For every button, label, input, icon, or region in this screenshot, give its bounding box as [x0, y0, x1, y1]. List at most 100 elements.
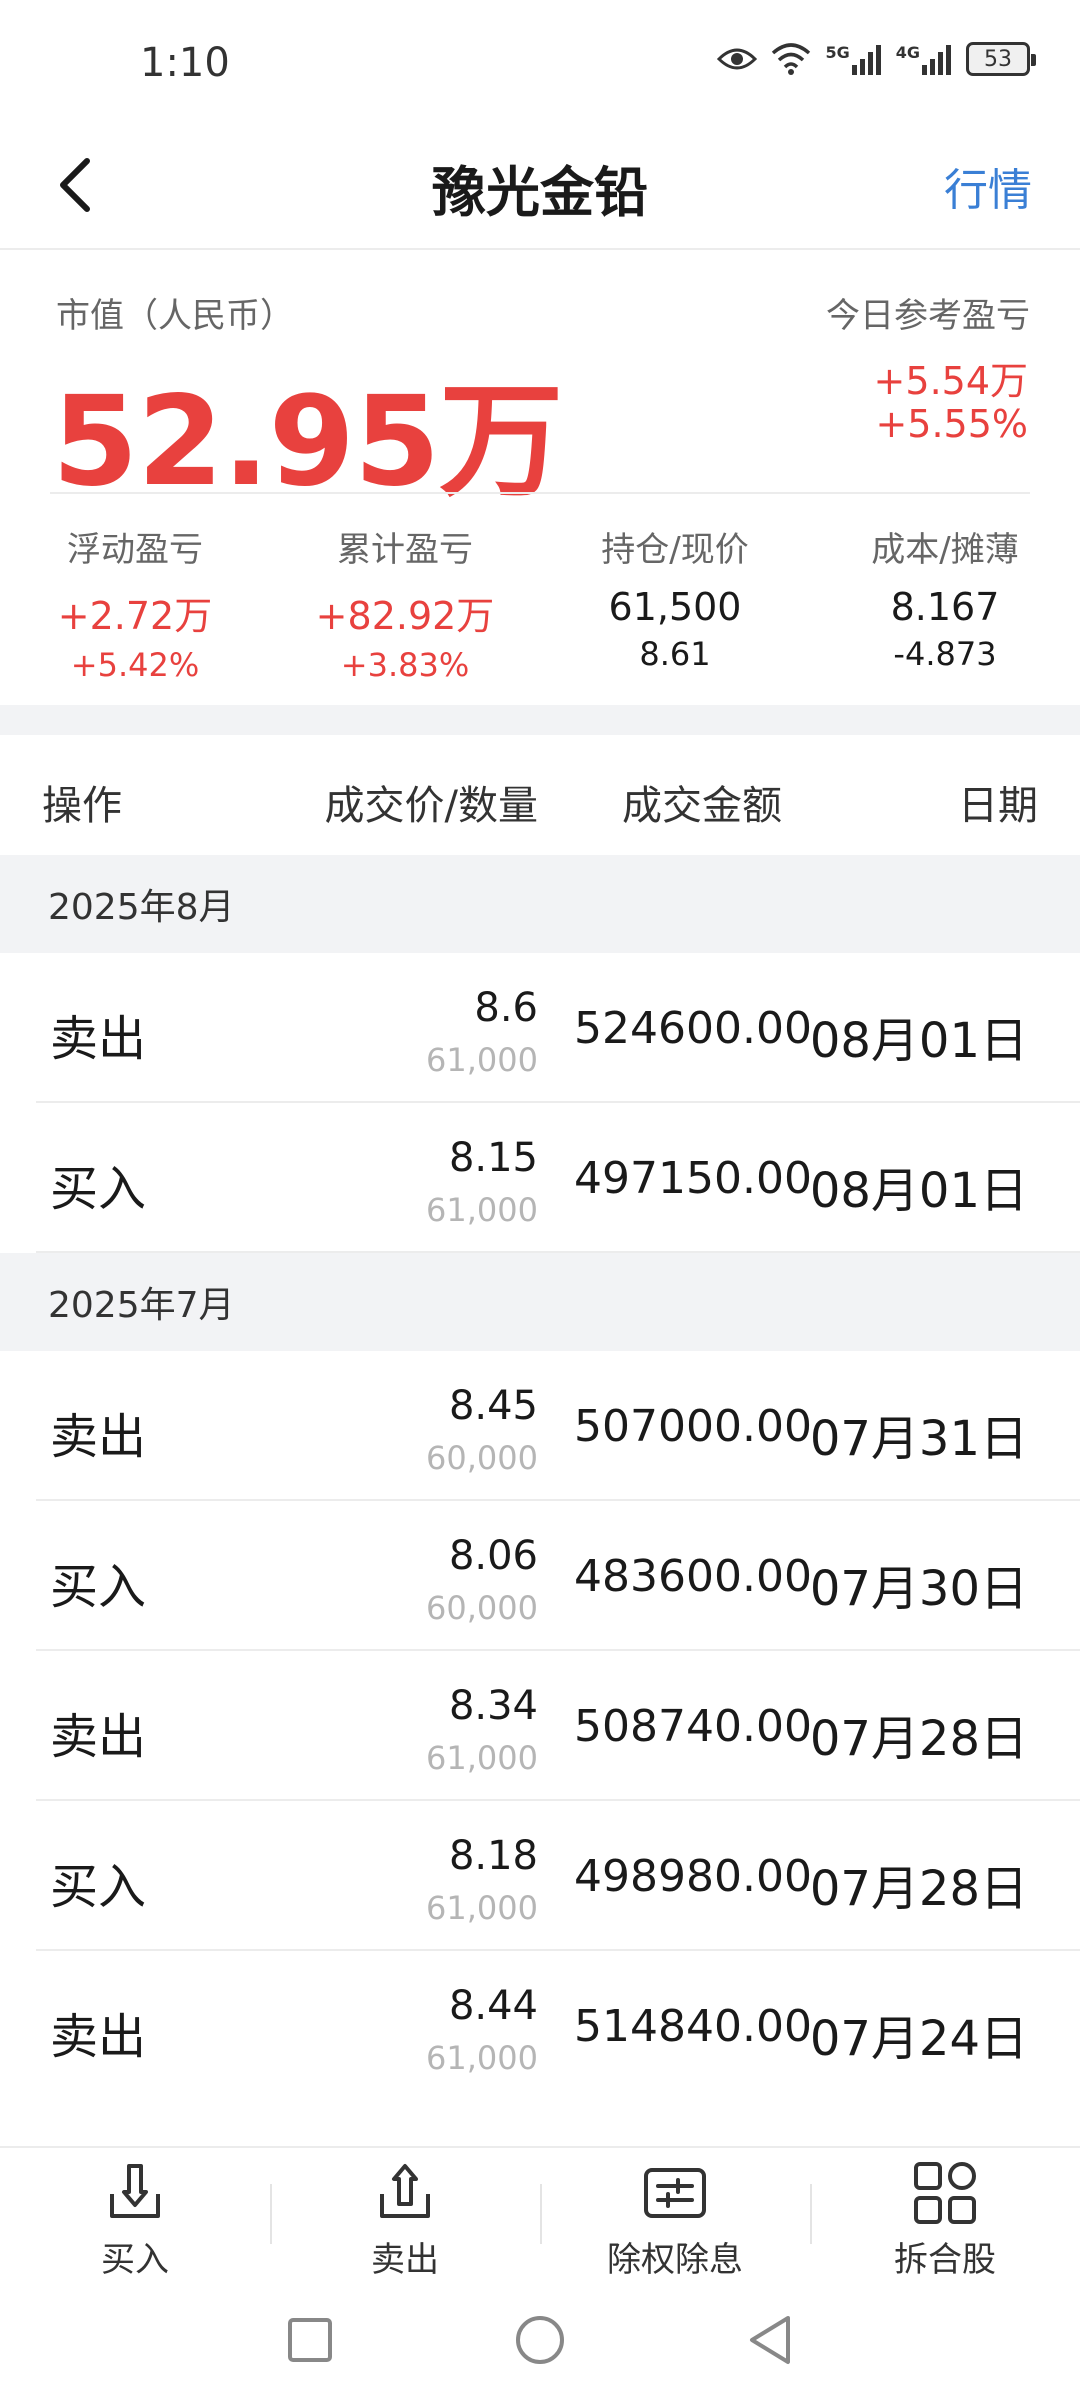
square-icon — [288, 2318, 332, 2362]
trade-qty: 60,000 — [426, 1589, 538, 1627]
stat-label: 成本/摊薄 — [871, 530, 1019, 570]
circle-icon — [516, 2316, 564, 2364]
stat-label: 累计盈亏 — [337, 530, 473, 570]
table-row[interactable]: 卖出 8.6 61,000 524600.00 08月01日 — [36, 953, 1080, 1103]
trade-price: 8.06 — [448, 1533, 538, 1579]
stat-cost: 成本/摊薄 8.167 -4.873 — [810, 522, 1080, 684]
triangle-back-icon — [750, 2316, 790, 2364]
table-row[interactable]: 卖出 8.34 61,000 508740.00 07月28日 — [36, 1651, 1080, 1801]
trade-op: 买入 — [50, 1559, 147, 1615]
table-row[interactable]: 买入 8.06 60,000 483600.00 07月30日 — [36, 1501, 1080, 1651]
signal-5g: 5G — [825, 43, 881, 75]
today-pnl-label: 今日参考盈亏 — [826, 296, 1030, 336]
battery-level: 53 — [984, 46, 1012, 72]
status-time: 1:10 — [140, 40, 230, 86]
col-header-price-qty: 成交价/数量 — [324, 783, 538, 829]
market-value-label: 市值（人民币） — [56, 296, 294, 336]
signal-5g-label: 5G — [825, 43, 850, 62]
stat-main: 61,500 — [608, 585, 742, 629]
split-merge-button[interactable]: 拆合股 — [810, 2148, 1080, 2282]
stat-sub: +5.42% — [70, 646, 200, 684]
signal-4g-label: 4G — [895, 43, 920, 62]
battery-icon: 53 — [966, 42, 1036, 76]
trade-qty: 61,000 — [426, 1041, 538, 1079]
table-row[interactable]: 卖出 8.44 61,000 514840.00 07月24日 — [36, 1951, 1080, 2101]
trade-qty: 60,000 — [426, 1439, 538, 1477]
table-row[interactable]: 卖出 8.45 60,000 507000.00 07月31日 — [36, 1351, 1080, 1501]
status-icons: 5G 4G 53 — [717, 42, 1036, 76]
dividend-button[interactable]: 除权除息 — [540, 2148, 810, 2282]
home-button[interactable] — [510, 2310, 570, 2370]
trade-amount: 507000.00 — [574, 1401, 812, 1452]
stat-holding-price: 持仓/现价 61,500 8.61 — [540, 522, 810, 684]
position-summary: 市值（人民币） 52.95万 今日参考盈亏 +5.54万 +5.55% 浮动盈亏… — [0, 250, 1080, 705]
trade-op: 卖出 — [50, 1409, 147, 1465]
grid-apps-icon — [914, 2162, 976, 2224]
trade-op: 卖出 — [50, 1709, 147, 1765]
trade-price: 8.34 — [448, 1683, 538, 1729]
market-quote-link[interactable]: 行情 — [944, 154, 1032, 218]
eye-icon — [717, 48, 758, 70]
trade-amount: 524600.00 — [574, 1003, 812, 1054]
trade-op: 卖出 — [50, 1011, 147, 1067]
table-header: 操作 成交价/数量 成交金额 日期 — [0, 735, 1080, 855]
wifi-icon — [772, 43, 811, 75]
recents-button[interactable] — [280, 2310, 340, 2370]
trade-amount: 508740.00 — [574, 1701, 812, 1752]
trade-op: 买入 — [50, 1859, 147, 1915]
download-tray-icon — [110, 2164, 160, 2218]
nav-header: 豫光金铅 行情 — [0, 120, 1080, 250]
trade-qty: 61,000 — [426, 1191, 538, 1229]
stat-floating-pnl: 浮动盈亏 +2.72万 +5.42% — [0, 522, 270, 684]
stat-sub: +3.83% — [340, 646, 470, 684]
status-bar: 1:10 5G 4G 53 — [0, 0, 1080, 120]
trade-qty: 61,000 — [426, 2039, 538, 2077]
trade-price: 8.44 — [448, 1983, 538, 2029]
trade-amount: 514840.00 — [574, 2001, 812, 2052]
dividend-label: 除权除息 — [607, 2240, 743, 2280]
trade-qty: 61,000 — [426, 1889, 538, 1927]
month-header: 2025年8月 — [0, 855, 1080, 953]
stat-sub: 8.61 — [639, 635, 711, 673]
stat-cumulative-pnl: 累计盈亏 +82.92万 +3.83% — [270, 522, 540, 684]
trade-price: 8.18 — [448, 1833, 538, 1879]
back-nav-button[interactable] — [740, 2310, 800, 2370]
stat-label: 浮动盈亏 — [67, 530, 203, 570]
col-header-amount: 成交金额 — [622, 783, 782, 829]
stat-main: +82.92万 — [315, 594, 495, 638]
trade-amount: 483600.00 — [574, 1551, 812, 1602]
bottom-toolbar: 买入 卖出 除权除息 拆合股 — [0, 2146, 1080, 2280]
trade-price: 8.45 — [448, 1383, 538, 1429]
today-pnl-amount: +5.54万 — [873, 359, 1028, 403]
system-nav-bar — [0, 2280, 1080, 2400]
upload-tray-icon — [380, 2164, 430, 2218]
trade-date: 07月24日 — [809, 2011, 1028, 2067]
section-gap — [0, 705, 1080, 735]
trade-date: 07月30日 — [809, 1561, 1028, 1617]
trade-date: 07月28日 — [809, 1711, 1028, 1767]
col-header-date: 日期 — [958, 783, 1038, 829]
trade-date: 08月01日 — [809, 1013, 1028, 1069]
trade-price: 8.6 — [474, 985, 538, 1031]
split-merge-label: 拆合股 — [894, 2240, 996, 2280]
divider — [50, 492, 1030, 494]
trade-price: 8.15 — [448, 1135, 538, 1181]
signal-4g: 4G — [896, 43, 952, 75]
trade-op: 卖出 — [50, 2009, 147, 2065]
trade-amount: 498980.00 — [574, 1851, 812, 1902]
trade-amount: 497150.00 — [574, 1153, 812, 1204]
col-header-op: 操作 — [42, 783, 122, 829]
trade-list: 2025年8月 卖出 8.6 61,000 524600.00 08月01日 买… — [0, 855, 1080, 2101]
signal-bars-icon — [851, 45, 881, 75]
stat-main: +2.72万 — [57, 594, 213, 638]
trade-date: 07月28日 — [809, 1861, 1028, 1917]
table-row[interactable]: 买入 8.15 61,000 497150.00 08月01日 — [36, 1103, 1080, 1253]
table-row[interactable]: 买入 8.18 61,000 498980.00 07月28日 — [36, 1801, 1080, 1951]
trade-date: 07月31日 — [809, 1411, 1028, 1467]
trade-qty: 61,000 — [426, 1739, 538, 1777]
buy-button[interactable]: 买入 — [0, 2148, 270, 2282]
sell-label: 卖出 — [371, 2240, 439, 2280]
adjust-list-icon — [644, 2168, 706, 2218]
trade-op: 买入 — [50, 1161, 147, 1217]
sell-button[interactable]: 卖出 — [270, 2148, 540, 2282]
